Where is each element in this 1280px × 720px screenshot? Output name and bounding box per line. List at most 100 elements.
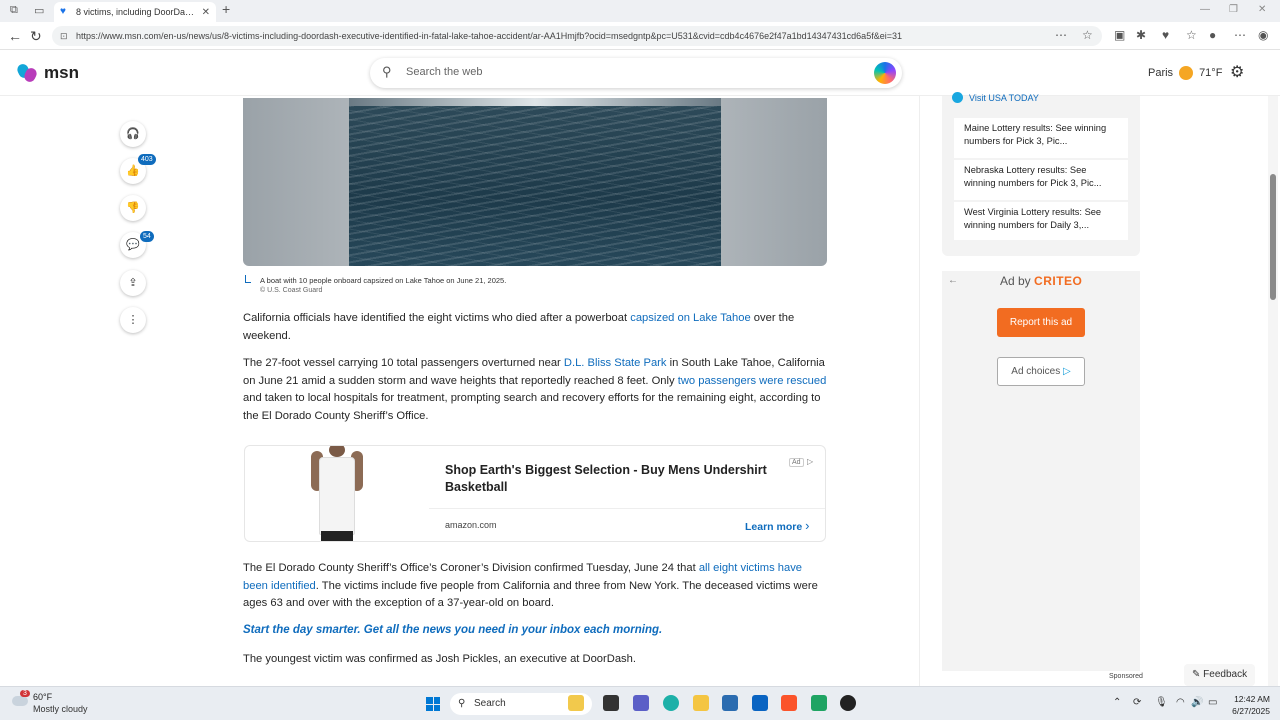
- ad-title[interactable]: Shop Earth's Biggest Selection - Buy Men…: [445, 462, 785, 496]
- battery-icon[interactable]: ▭: [1208, 697, 1217, 708]
- microphone-icon[interactable]: 🎙: [1155, 697, 1168, 708]
- criteo-logo: CRITEO: [1034, 274, 1083, 288]
- msn-header: msn ⚲ Search the web Paris 71°F ⚙: [0, 50, 1280, 96]
- tab-title: 8 victims, including DoorDash ex: [76, 7, 198, 17]
- start-windows-icon[interactable]: [426, 697, 440, 711]
- feedback-button[interactable]: ✎ Feedback: [1184, 664, 1256, 686]
- back-icon[interactable]: ←: [8, 28, 22, 44]
- weather-temp: 71°F: [1199, 67, 1223, 79]
- search-icon: ⚲: [382, 64, 392, 79]
- capsized-link[interactable]: capsized on Lake Tahoe: [630, 312, 750, 324]
- more-menu-icon[interactable]: ⋯: [1234, 28, 1246, 42]
- msn-logo[interactable]: msn: [15, 62, 79, 84]
- extensions-puzzle-icon[interactable]: ✱: [1136, 28, 1146, 42]
- new-tab-icon[interactable]: +: [222, 1, 230, 17]
- task-view-icon[interactable]: [603, 695, 619, 711]
- comment-icon: 💬: [126, 239, 140, 251]
- sun-cloud-icon: [1179, 66, 1194, 80]
- workspaces-icon[interactable]: ⧉: [10, 4, 18, 17]
- close-tab-icon[interactable]: ✕: [202, 7, 210, 18]
- list-item[interactable]: Maine Lottery results: See winning numbe…: [954, 118, 1128, 158]
- ad-tag: Ad: [789, 458, 804, 467]
- weather-city: Paris: [1148, 67, 1174, 79]
- learn-more-button[interactable]: Learn more ›: [745, 518, 809, 533]
- ad-choices-icon[interactable]: ▷: [807, 457, 813, 466]
- paragraph-3: The El Dorado County Sheriff’s Office’s …: [243, 562, 818, 609]
- file-explorer-icon[interactable]: [693, 695, 709, 711]
- search-highlight-icon: [568, 695, 584, 711]
- reader-icon[interactable]: ⋯: [1055, 28, 1067, 42]
- wifi-icon[interactable]: ◠: [1176, 697, 1185, 708]
- copilot-search-icon[interactable]: [874, 62, 896, 84]
- browser-essentials-icon[interactable]: ♥: [1162, 28, 1169, 42]
- chevron-right-icon: ›: [805, 518, 810, 533]
- app-icon[interactable]: [811, 695, 827, 711]
- volume-icon[interactable]: 🔊: [1191, 697, 1203, 708]
- restore-icon[interactable]: ❐: [1229, 4, 1238, 15]
- dislike-button[interactable]: 👎: [120, 195, 146, 221]
- rescued-link[interactable]: two passengers were rescued: [678, 375, 827, 387]
- search-icon: ⚲: [458, 698, 466, 709]
- tab-actions-icon[interactable]: ▭: [34, 4, 44, 17]
- share-button[interactable]: ⇪: [120, 270, 146, 296]
- ad-product-image: [245, 446, 429, 541]
- browser-tab[interactable]: ♥ 8 victims, including DoorDash ex ✕: [54, 2, 216, 22]
- page-scrollbar[interactable]: [1268, 96, 1278, 686]
- usa-today-icon: [952, 92, 963, 103]
- thumbs-up-icon: 👍: [126, 165, 140, 177]
- article-image: [243, 98, 827, 266]
- listen-button[interactable]: 🎧: [120, 121, 146, 147]
- ad-choices-icon: ▷: [1063, 366, 1071, 377]
- thumbs-down-icon: 👎: [126, 202, 140, 214]
- chrome-icon[interactable]: [840, 695, 856, 711]
- paragraph-1: California officials have identified the…: [243, 312, 795, 342]
- copilot-icon[interactable]: ◉: [1258, 28, 1268, 42]
- outlook-icon[interactable]: [752, 695, 768, 711]
- state-park-link[interactable]: D.L. Bliss State Park: [564, 357, 667, 369]
- refresh-icon[interactable]: ↻: [30, 28, 42, 45]
- brave-icon[interactable]: [781, 695, 797, 711]
- caption-marker: [245, 275, 251, 283]
- lake-water-image: [349, 98, 721, 266]
- minimize-icon[interactable]: —: [1200, 4, 1210, 15]
- weather-notification-badge: 3: [20, 690, 30, 697]
- gear-icon[interactable]: ⚙: [1230, 62, 1244, 82]
- more-options-button[interactable]: ⋮: [120, 307, 146, 333]
- show-hidden-icons-icon[interactable]: ⌃: [1113, 697, 1121, 708]
- msn-butterfly-icon: [15, 62, 40, 84]
- headphones-icon: 🎧: [126, 128, 140, 140]
- web-search-box[interactable]: ⚲ Search the web: [370, 58, 902, 88]
- url-text: https://www.msn.com/en-us/news/us/8-vict…: [76, 31, 902, 41]
- extension-icon[interactable]: ▣: [1114, 28, 1125, 42]
- inline-ad[interactable]: Shop Earth's Biggest Selection - Buy Men…: [244, 445, 826, 542]
- share-icon: ⇪: [128, 277, 138, 289]
- list-item[interactable]: West Virginia Lottery results: See winni…: [954, 202, 1128, 240]
- site-info-icon[interactable]: ⊡: [60, 26, 68, 46]
- edge-icon[interactable]: [663, 695, 679, 711]
- list-item[interactable]: Nebraska Lottery results: See winning nu…: [954, 160, 1128, 200]
- newsletter-cta[interactable]: Start the day smarter. Get all the news …: [243, 624, 662, 636]
- feedback-icon: ✎: [1192, 669, 1201, 680]
- close-window-icon[interactable]: ✕: [1258, 4, 1266, 15]
- teams-icon[interactable]: [633, 695, 649, 711]
- report-ad-button[interactable]: Report this ad: [997, 308, 1085, 337]
- taskbar-condition: Mostly cloudy: [33, 704, 88, 714]
- weather-widget[interactable]: Paris 71°F: [1148, 66, 1222, 80]
- address-bar: ← ↻ ⊡ https://www.msn.com/en-us/news/us/…: [0, 22, 1280, 50]
- profile-avatar-icon[interactable]: ●: [1209, 28, 1216, 42]
- store-icon[interactable]: [722, 695, 738, 711]
- visit-usa-today-link[interactable]: Visit USA TODAY: [952, 92, 1039, 103]
- comment-count-badge: 54: [140, 231, 154, 242]
- scrollbar-thumb[interactable]: [1270, 174, 1276, 300]
- ad-choices-button[interactable]: Ad choices ▷: [997, 357, 1085, 386]
- sync-icon[interactable]: ⟳: [1133, 697, 1141, 708]
- column-divider: [919, 96, 920, 686]
- sponsored-label: Sponsored: [1109, 673, 1143, 680]
- taskbar-clock[interactable]: 12:42 AM 6/27/2025: [1226, 693, 1270, 717]
- back-arrow-icon[interactable]: ←: [948, 275, 958, 286]
- windows-taskbar: 3 60°F Mostly cloudy ⚲ Search ⌃ ⟳ 🎙 ◠ 🔊 …: [0, 686, 1280, 720]
- url-field[interactable]: ⊡ https://www.msn.com/en-us/news/us/8-vi…: [52, 26, 1102, 46]
- collections-icon[interactable]: ☆: [1186, 28, 1197, 42]
- taskbar-temp: 60°F: [33, 692, 53, 702]
- favorite-star-icon[interactable]: ☆: [1082, 28, 1093, 42]
